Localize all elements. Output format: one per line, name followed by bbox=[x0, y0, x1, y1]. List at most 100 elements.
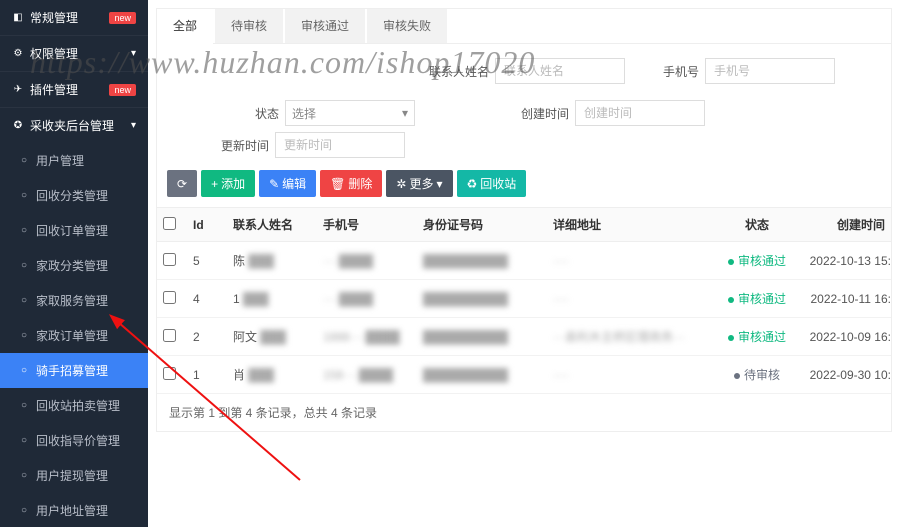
filter-update-input[interactable] bbox=[275, 132, 405, 158]
cell-status: 审核通过 bbox=[717, 242, 797, 280]
refresh-icon: ⟳ bbox=[177, 177, 187, 191]
table-row[interactable]: 5陈 ███····██████████████····审核通过2022-10-… bbox=[157, 242, 891, 280]
nav-permission[interactable]: ⚙ 权限管理 ▾ bbox=[0, 36, 148, 71]
col-phone[interactable]: 手机号 bbox=[317, 208, 417, 242]
cell-status: 审核通过 bbox=[717, 280, 797, 318]
cell-created: 2022-10-11 16: bbox=[797, 280, 891, 318]
circle-icon: ○ bbox=[18, 435, 30, 446]
add-button[interactable]: +添加 bbox=[201, 170, 255, 197]
tab-pending[interactable]: 待审核 bbox=[215, 9, 283, 43]
edit-button[interactable]: ✎编辑 bbox=[259, 170, 316, 197]
filter-phone-label: 手机号 bbox=[637, 63, 705, 80]
cell-idcard: ██████████ bbox=[417, 280, 547, 318]
cell-address: ···县利木主桥区理商务··· bbox=[547, 318, 717, 356]
nav-sub-recycle-cat[interactable]: ○回收分类管理 bbox=[0, 178, 148, 213]
nav-recycle-admin[interactable]: ✪ 采收夹后台管理 ▾ bbox=[0, 108, 148, 143]
filter-name-input[interactable] bbox=[495, 58, 625, 84]
cell-id: 5 bbox=[187, 242, 227, 280]
nav-sub-withdraw[interactable]: ○用户提现管理 bbox=[0, 458, 148, 493]
circle-icon: ○ bbox=[18, 190, 30, 201]
cell-created: 2022-10-09 16: bbox=[797, 318, 891, 356]
cell-name: 肖 ███ bbox=[227, 356, 317, 394]
nav-label: 权限管理 bbox=[30, 45, 78, 62]
filter-status-select[interactable]: 选择 ▾ bbox=[285, 100, 415, 126]
cell-name: 阿文 ███ bbox=[227, 318, 317, 356]
main-content: 全部 待审核 审核通过 审核失败 联系人姓名 手机号 状态 选择 ▾ bbox=[148, 0, 900, 527]
table-row[interactable]: 41 ███····██████████████····审核通过2022-10-… bbox=[157, 280, 891, 318]
tab-rejected[interactable]: 审核失败 bbox=[367, 9, 447, 43]
nav-label: 插件管理 bbox=[30, 81, 78, 98]
cog-icon: ✪ bbox=[12, 120, 24, 131]
nav-sub-house-order[interactable]: ○家政订单管理 bbox=[0, 318, 148, 353]
col-idcard[interactable]: 身份证号码 bbox=[417, 208, 547, 242]
cell-phone: ····████ bbox=[317, 280, 417, 318]
filter-status-value: 选择 bbox=[292, 105, 316, 122]
nav-sub-rider-recruit[interactable]: ○骑手招募管理 bbox=[0, 353, 148, 388]
nav-plugin[interactable]: ✈ 插件管理 new bbox=[0, 72, 148, 107]
cell-id: 2 bbox=[187, 318, 227, 356]
circle-icon: ○ bbox=[18, 505, 30, 516]
nav-sub-auction[interactable]: ○回收站拍卖管理 bbox=[0, 388, 148, 423]
filter-update-label: 更新时间 bbox=[207, 137, 275, 154]
nav-label: 常规管理 bbox=[30, 9, 78, 26]
plus-icon: + bbox=[211, 177, 218, 191]
filter-phone-input[interactable] bbox=[705, 58, 835, 84]
cell-phone: ····████ bbox=[317, 242, 417, 280]
nav-sub-user[interactable]: ○用户管理 bbox=[0, 143, 148, 178]
nav-sub-house-service[interactable]: ○家取服务管理 bbox=[0, 283, 148, 318]
cell-created: 2022-10-13 15: bbox=[797, 242, 891, 280]
circle-icon: ○ bbox=[18, 470, 30, 481]
filter-bar: 联系人姓名 手机号 状态 选择 ▾ 创建时间 更新时间 bbox=[157, 44, 891, 164]
row-checkbox[interactable] bbox=[163, 291, 176, 304]
content-card: 全部 待审核 审核通过 审核失败 联系人姓名 手机号 状态 选择 ▾ bbox=[156, 8, 892, 432]
select-all-checkbox[interactable] bbox=[163, 217, 176, 230]
nav-general[interactable]: ◧ 常规管理 new bbox=[0, 0, 148, 35]
circle-icon: ○ bbox=[18, 365, 30, 376]
cell-status: 待审核 bbox=[717, 356, 797, 394]
col-address[interactable]: 详细地址 bbox=[547, 208, 717, 242]
recycle-button[interactable]: ♻回收站 bbox=[457, 170, 527, 197]
cell-status: 审核通过 bbox=[717, 318, 797, 356]
badge-new: new bbox=[109, 12, 136, 24]
toolbar: ⟳ +添加 ✎编辑 🗑删除 ✲更多 ▾ ♻回收站 bbox=[157, 164, 891, 207]
trash-icon: 🗑 bbox=[330, 177, 345, 191]
pagination-summary: 显示第 1 到第 4 条记录，总共 4 条记录 bbox=[157, 394, 891, 431]
col-status[interactable]: 状态 bbox=[717, 208, 797, 242]
row-checkbox[interactable] bbox=[163, 367, 176, 380]
col-created[interactable]: 创建时间 bbox=[797, 208, 891, 242]
tab-approved[interactable]: 审核通过 bbox=[285, 9, 365, 43]
circle-icon: ○ bbox=[18, 155, 30, 166]
data-table: Id 联系人姓名 手机号 身份证号码 详细地址 状态 创建时间 5陈 ███··… bbox=[157, 207, 891, 394]
nav-sub-address[interactable]: ○用户地址管理 bbox=[0, 493, 148, 527]
cell-address: ···· bbox=[547, 356, 717, 394]
circle-icon: ○ bbox=[18, 400, 30, 411]
cell-name: 1 ███ bbox=[227, 280, 317, 318]
more-button[interactable]: ✲更多 ▾ bbox=[386, 170, 452, 197]
table-row[interactable]: 2阿文 ███1888····██████████████···县利木主桥区理商… bbox=[157, 318, 891, 356]
filter-create-label: 创建时间 bbox=[507, 105, 575, 122]
status-tabs: 全部 待审核 审核通过 审核失败 bbox=[157, 9, 891, 44]
cell-phone: 158····████ bbox=[317, 356, 417, 394]
tab-all[interactable]: 全部 bbox=[157, 9, 213, 44]
row-checkbox[interactable] bbox=[163, 329, 176, 342]
refresh-button[interactable]: ⟳ bbox=[167, 170, 197, 197]
circle-icon: ○ bbox=[18, 260, 30, 271]
chevron-down-icon: ▾ bbox=[131, 48, 136, 59]
cell-id: 1 bbox=[187, 356, 227, 394]
col-id[interactable]: Id bbox=[187, 208, 227, 242]
circle-icon: ○ bbox=[18, 330, 30, 341]
nav-sub-house-cat[interactable]: ○家政分类管理 bbox=[0, 248, 148, 283]
nav-sub-recycle-order[interactable]: ○回收订单管理 bbox=[0, 213, 148, 248]
table-row[interactable]: 1肖 ███158····██████████████····待审核2022-0… bbox=[157, 356, 891, 394]
caret-down-icon: ▾ bbox=[402, 106, 408, 120]
cell-address: ···· bbox=[547, 280, 717, 318]
plane-icon: ✈ bbox=[12, 84, 24, 95]
col-name[interactable]: 联系人姓名 bbox=[227, 208, 317, 242]
filter-create-input[interactable] bbox=[575, 100, 705, 126]
nav-sub-guide-price[interactable]: ○回收指导价管理 bbox=[0, 423, 148, 458]
cell-created: 2022-09-30 10: bbox=[797, 356, 891, 394]
group-icon: ⚙ bbox=[12, 48, 24, 59]
delete-button[interactable]: 🗑删除 bbox=[320, 170, 382, 197]
cog-icon: ✲ bbox=[396, 177, 406, 191]
row-checkbox[interactable] bbox=[163, 253, 176, 266]
